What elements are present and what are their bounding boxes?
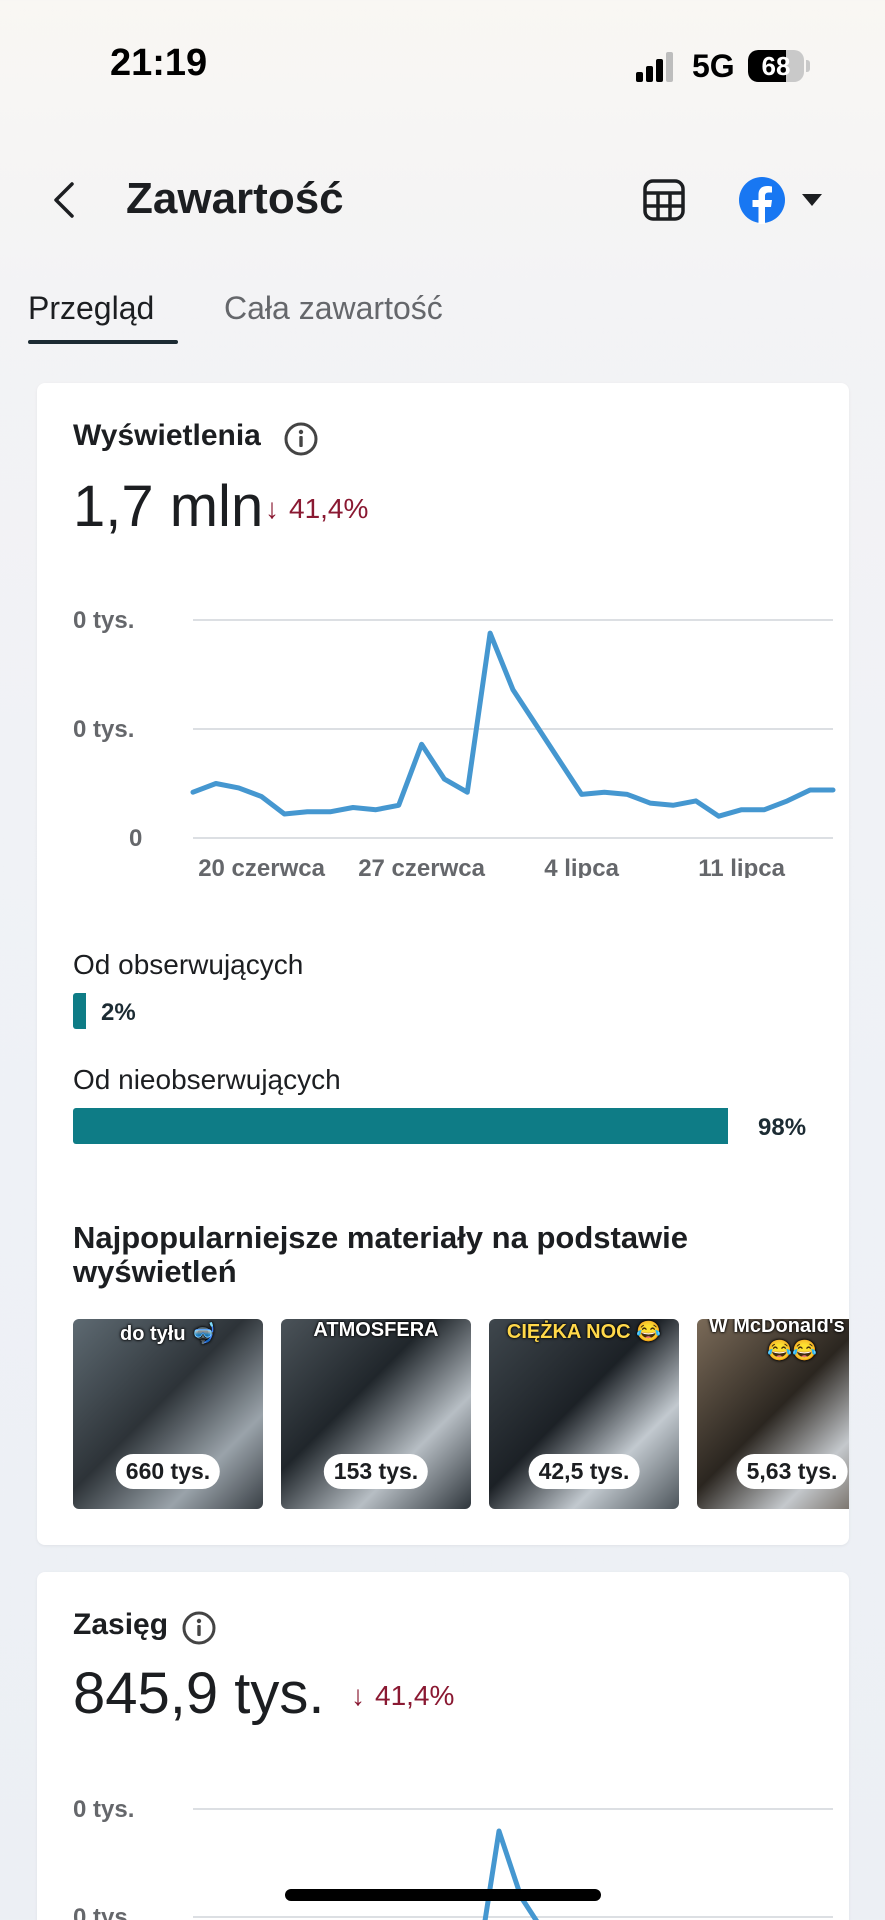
data-point (396, 802, 402, 808)
views-chart: 0 0 tys. 0 tys. 20 czerwca 27 czerwca 4 lipca… (73, 607, 836, 878)
data-point (693, 798, 699, 804)
popular-item[interactable]: ATMOSFERA 153 tys. (281, 1319, 471, 1509)
y-tick-label: 0 tys. (73, 716, 134, 743)
reach-card: Zasięg 845,9 tys. ↓ 41,4% 0 tys. 0 tys. (37, 1572, 849, 1920)
status-bar: 21:19 5G 68 (0, 0, 885, 130)
data-point (670, 802, 676, 808)
followers-label: Od obserwujących (73, 949, 304, 980)
app-header: Zawartość (0, 160, 885, 240)
views-delta: ↓ 41,4% (265, 493, 368, 525)
views-series-line (190, 630, 836, 819)
non-followers-bar (73, 1108, 728, 1144)
data-point (441, 776, 447, 782)
arrow-down-icon: ↓ (265, 493, 279, 524)
y-tick-label: 0 tys. (73, 1904, 134, 1920)
x-tick-label: 27 czerwca (358, 855, 485, 878)
x-tick-label: 11 lipca (698, 855, 785, 878)
data-point (213, 781, 219, 787)
page-title: Zawartość (126, 174, 344, 223)
home-indicator[interactable] (285, 1889, 601, 1901)
reach-delta-value: 41,4% (375, 1680, 455, 1711)
facebook-icon (739, 177, 785, 224)
thumb-view-count: 5,63 tys. (736, 1454, 848, 1489)
followers-bar (73, 993, 87, 1029)
caret-down-icon (802, 194, 822, 206)
views-label: Wyświetlenia (73, 419, 261, 452)
data-point (487, 630, 493, 636)
account-switcher-button[interactable] (738, 176, 828, 224)
data-point (830, 787, 836, 793)
data-point (624, 791, 630, 797)
chevron-left-icon[interactable] (46, 178, 86, 222)
data-point (807, 787, 813, 793)
data-point (259, 794, 265, 800)
battery-icon: 68 (748, 50, 810, 82)
data-point (579, 791, 585, 797)
tab-overview[interactable]: Przegląd (28, 290, 178, 327)
reach-series-line (482, 1828, 539, 1920)
signal-icon (636, 52, 673, 82)
thumb-caption: W McDonald's 😂😂😂 (708, 1319, 849, 1362)
popular-item[interactable]: do tyłu 🤿 660 tys. (73, 1319, 263, 1509)
data-point (350, 804, 356, 810)
data-point (281, 811, 287, 817)
data-point (419, 741, 425, 747)
thumb-view-count: 660 tys. (115, 1454, 221, 1489)
popular-item[interactable]: CIĘŻKA NOC 😂 42,5 tys. (489, 1319, 679, 1509)
tab-bar: Przegląd Cała zawartość (0, 282, 885, 348)
popular-title: Najpopularniejsze materiały na podstawie… (73, 1220, 689, 1289)
data-point (601, 789, 607, 795)
thumb-caption: do tyłu 🤿 (119, 1323, 216, 1345)
data-point (647, 800, 653, 806)
data-point (784, 798, 790, 804)
table-icon[interactable] (640, 176, 688, 224)
data-point (716, 813, 722, 819)
info-icon[interactable] (283, 421, 319, 457)
data-point (739, 807, 745, 813)
network-type: 5G (692, 48, 735, 84)
y-tick-label: 0 tys. (73, 607, 134, 634)
non-followers-pct: 98% (758, 1114, 807, 1141)
data-point (373, 807, 379, 813)
views-value: 1,7 mln (73, 474, 264, 539)
y-tick-label: 0 tys. (73, 1796, 134, 1823)
popular-item[interactable]: W McDonald's 😂😂😂 5,63 tys. (697, 1319, 849, 1509)
status-time: 21:19 (110, 42, 208, 84)
arrow-down-icon: ↓ (351, 1680, 365, 1711)
data-point (510, 687, 516, 693)
views-card: Wyświetlenia 1,7 mln ↓ 41,4% 0 0 tys. 0 tys… (37, 383, 849, 1545)
data-point (761, 807, 767, 813)
reach-delta: ↓ 41,4% (351, 1680, 454, 1712)
x-tick-label: 20 czerwca (198, 855, 325, 878)
reach-value: 845,9 tys. (73, 1661, 325, 1726)
y-tick-label: 0 (129, 825, 142, 852)
data-point (464, 789, 470, 795)
popular-content-carousel: do tyłu 🤿 660 tys. ATMOSFERA 153 tys. CI… (73, 1319, 849, 1511)
data-point (236, 785, 242, 791)
tab-all-content[interactable]: Cała zawartość (224, 290, 443, 327)
reach-label: Zasięg (73, 1608, 169, 1641)
data-point (533, 722, 539, 728)
thumb-caption: CIĘŻKA NOC 😂 (506, 1321, 662, 1343)
active-tab-indicator (28, 340, 178, 344)
data-point (556, 757, 562, 763)
data-point (327, 809, 333, 815)
data-point (190, 789, 196, 795)
views-delta-value: 41,4% (289, 493, 369, 524)
followers-pct: 2% (101, 999, 136, 1026)
thumb-view-count: 153 tys. (323, 1454, 429, 1489)
info-icon[interactable] (181, 1610, 217, 1646)
x-tick-label: 4 lipca (544, 855, 619, 878)
thumb-caption: ATMOSFERA (313, 1319, 439, 1341)
battery-level: 68 (761, 51, 791, 81)
non-followers-label: Od nieobserwujących (73, 1064, 341, 1095)
data-point (304, 809, 310, 815)
thumb-view-count: 42,5 tys. (528, 1454, 640, 1489)
